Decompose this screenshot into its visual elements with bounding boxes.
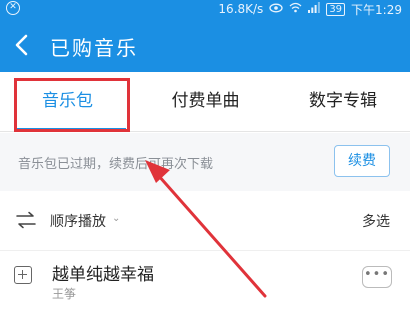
app-header: 已购音乐 <box>0 18 410 72</box>
network-speed: 16.8K/s <box>218 2 264 16</box>
wifi-icon <box>289 2 302 16</box>
status-bar-right: 16.8K/s 39 下午1:29 <box>218 1 402 17</box>
sequential-play-icon[interactable] <box>16 211 36 229</box>
signal-icon <box>308 2 321 16</box>
more-options-button[interactable]: ••• <box>362 266 392 288</box>
play-toolbar: 顺序播放 ⌄ 多选 <box>0 191 410 251</box>
annotation-highlight-box <box>14 78 130 132</box>
tab-paid-singles[interactable]: 付费单曲 <box>137 72 274 132</box>
page-title: 已购音乐 <box>50 36 138 60</box>
status-bar: ✕ 16.8K/s 39 下午1:29 <box>0 0 410 18</box>
battery-icon: 39 <box>326 2 346 16</box>
screen: ✕ 16.8K/s 39 下午1:29 已购音乐 音乐包 付费单曲 数字专辑 音… <box>0 0 410 313</box>
circle-x-icon: ✕ <box>6 1 20 15</box>
eye-icon <box>269 2 283 16</box>
multi-select-button[interactable]: 多选 <box>362 211 390 231</box>
renew-button[interactable]: 续费 <box>334 145 390 177</box>
clock-time: 下午1:29 <box>351 2 402 17</box>
tab-digital-albums[interactable]: 数字专辑 <box>276 72 410 132</box>
play-order-label[interactable]: 顺序播放 <box>50 211 106 231</box>
add-to-playlist-icon[interactable] <box>14 266 32 284</box>
song-artist: 王筝 <box>52 287 77 301</box>
notice-text: 音乐包已过期，续费后可再次下载 <box>18 157 214 172</box>
chevron-left-icon <box>15 34 28 56</box>
back-button[interactable] <box>10 30 36 60</box>
expired-notice: 音乐包已过期，续费后可再次下载 续费 <box>0 133 410 191</box>
chevron-down-icon[interactable]: ⌄ <box>112 213 120 224</box>
song-list-item[interactable]: 越单纯越幸福 王筝 ••• <box>0 252 410 313</box>
song-title: 越单纯越幸福 <box>52 265 154 285</box>
